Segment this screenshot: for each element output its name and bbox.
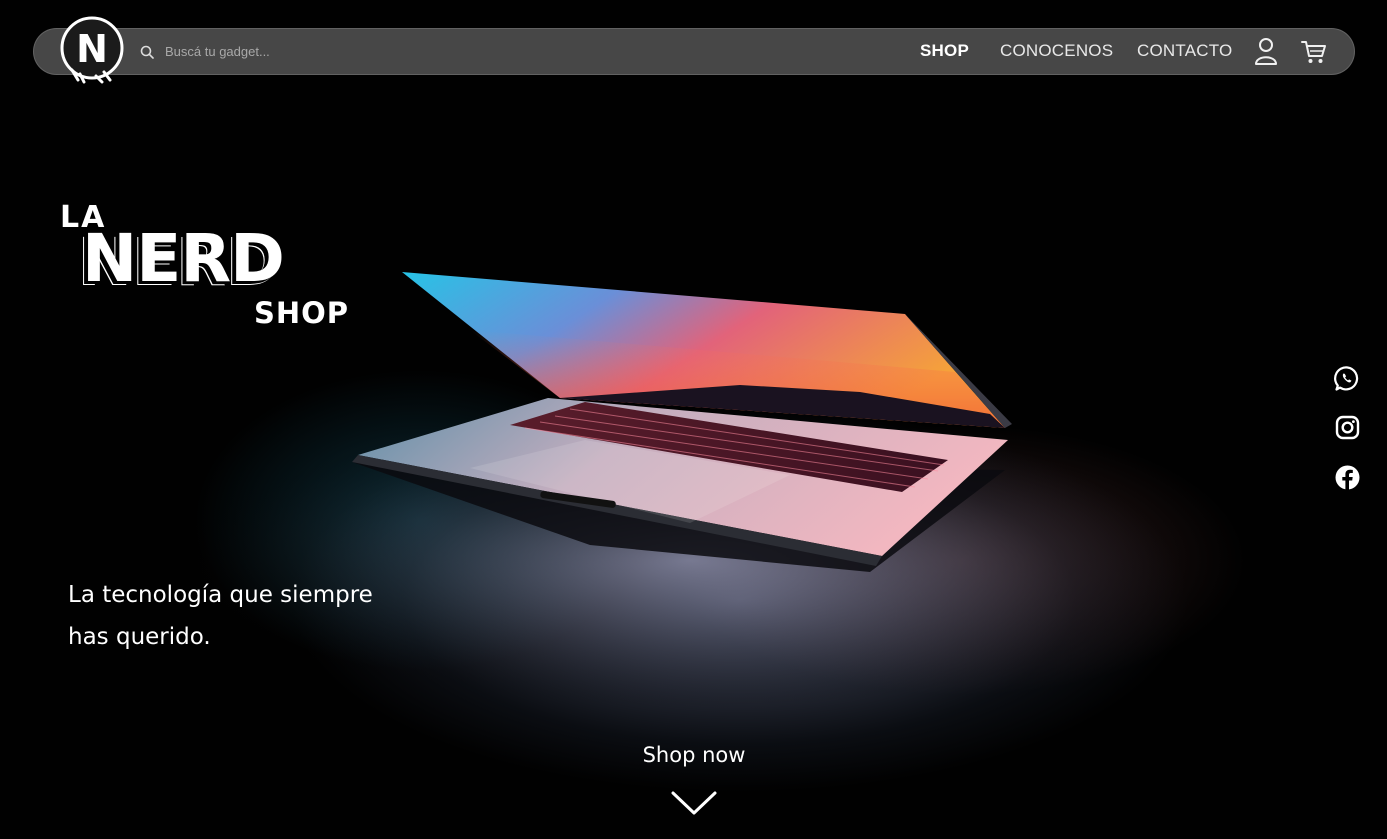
instagram-icon[interactable]	[1334, 414, 1361, 441]
shop-now-link[interactable]: Shop now	[600, 743, 788, 767]
nav-conocenos[interactable]: CONOCENOS	[1000, 41, 1113, 61]
hero-background	[0, 0, 1387, 839]
cart-icon[interactable]	[1301, 39, 1327, 69]
brand-line-nerd: NERD	[82, 220, 285, 297]
laptop-illustration	[170, 272, 1210, 710]
user-icon[interactable]	[1254, 37, 1278, 69]
logo-letter: N	[76, 27, 108, 71]
hero-tagline: La tecnología que siempre has querido.	[68, 574, 428, 658]
search-icon[interactable]	[140, 44, 154, 59]
nav-contacto[interactable]: CONTACTO	[1137, 41, 1232, 61]
nav-shop[interactable]: SHOP	[920, 41, 969, 61]
search-input[interactable]	[165, 38, 425, 64]
brand-wordmark: LA NERD SHOP	[60, 200, 380, 340]
facebook-icon[interactable]	[1334, 464, 1361, 491]
site-logo[interactable]: N	[58, 14, 126, 84]
whatsapp-icon[interactable]	[1334, 365, 1361, 392]
brand-line-shop: SHOP	[254, 296, 350, 330]
tagline-line-1: La tecnología que siempre	[68, 582, 373, 608]
tagline-line-2: has querido.	[68, 624, 211, 650]
chevron-down-icon[interactable]	[670, 789, 718, 817]
